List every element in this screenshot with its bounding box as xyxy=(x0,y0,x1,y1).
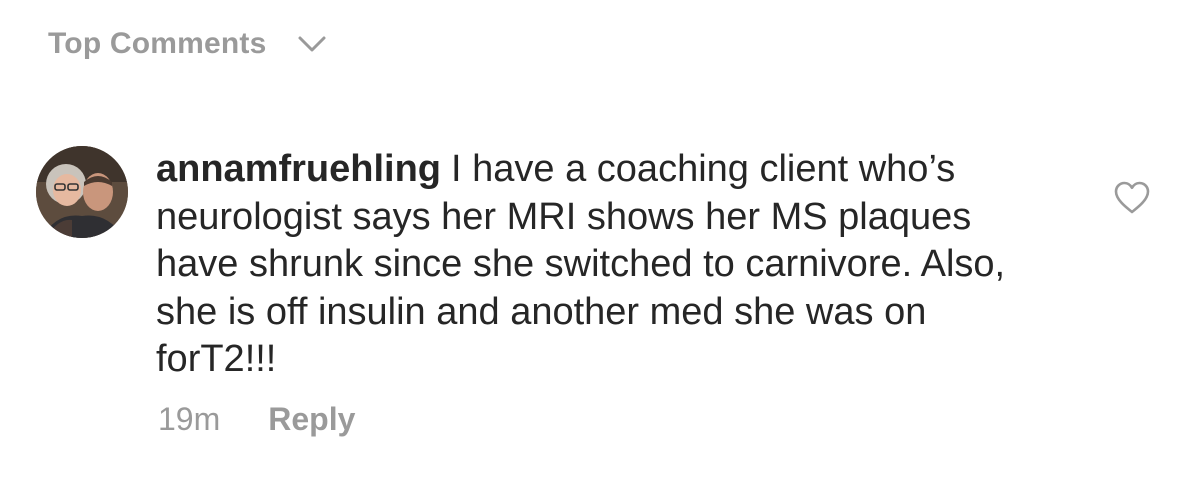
comment-timestamp: 19m xyxy=(158,401,221,437)
avatar[interactable] xyxy=(36,146,128,238)
reply-button[interactable]: Reply xyxy=(268,401,355,438)
comment-meta: 19m Reply xyxy=(158,401,355,438)
top-comments-sort[interactable]: Top Comments xyxy=(48,24,327,64)
top-comments-title: Top Comments xyxy=(48,27,267,60)
comment-text-block: annamfruehling I have a coaching client w… xyxy=(156,146,1056,384)
heart-icon[interactable] xyxy=(1112,180,1152,216)
comment-username[interactable]: annamfruehling xyxy=(156,148,441,190)
comment-item: annamfruehling I have a coaching client w… xyxy=(36,146,1186,476)
chevron-down-icon[interactable] xyxy=(297,34,327,54)
